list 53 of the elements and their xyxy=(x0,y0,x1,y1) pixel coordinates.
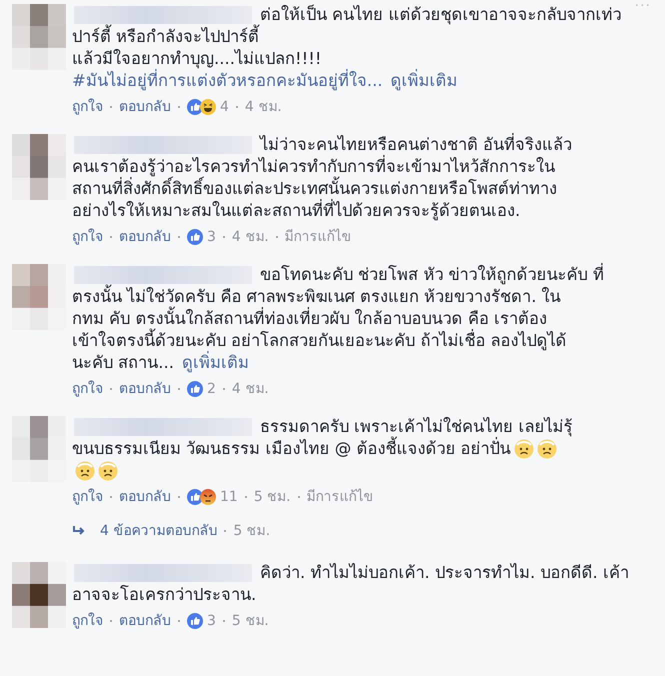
see-more-link[interactable]: ดูเพิ่มเติม xyxy=(182,352,249,374)
reply-link[interactable]: ตอบกลับ xyxy=(119,96,171,118)
comment-text: เข้าใจตรงนี้ด้วยนะคับ อย่าโลกสวยกันเยอะนะคับ ถ้าไม่เชื่อ ลองไปดูได้ xyxy=(72,330,567,352)
like-link[interactable]: ถูกใจ xyxy=(72,610,103,632)
reply-link[interactable]: ตอบกลับ xyxy=(119,610,171,632)
like-reaction-icon xyxy=(187,229,203,245)
comment-text: คนเราต้องรู้ว่าอะไรควรทำไม่ควรทำกับการที่จะเข้ามาไหว้สักการะใน xyxy=(72,156,555,176)
comment-text: นะคับ สถาน... xyxy=(72,352,174,374)
see-more-link[interactable]: ดูเพิ่มเติม xyxy=(390,70,458,92)
like-link[interactable]: ถูกใจ xyxy=(72,226,103,248)
reply-arrow-icon xyxy=(72,525,86,537)
like-link[interactable]: ถูกใจ xyxy=(72,486,103,508)
comment-text: อย่างไรให้เหมาะสมในแต่ละสถานที่ที่ไปด้วยควรจะรู้ด้วยตนเอง. xyxy=(72,200,520,222)
comment-text: ขอโทดนะคับ ช่วยโพส หัว ข่าวให้ถูกด้วยนะคับ ที่ xyxy=(260,264,604,286)
comment-text: ต่อให้เป็น คนไทย แต่ด้วยชุดเขาอาจจะกลับจากเท่ว xyxy=(260,4,622,26)
like-reaction-icon xyxy=(187,613,203,629)
comment-time: 4 ชม. xyxy=(232,380,269,399)
like-reaction-icon xyxy=(187,381,203,397)
hashtag-link[interactable]: #มันไม่อยู่ที่การแต่งตัวหรอกคะมันอยู่ที่ใจ... xyxy=(72,70,383,92)
laughing-face-icon xyxy=(200,99,216,115)
comment-text: แล้วมีใจอยากทำบุญ....ไม่แปลก!!!! xyxy=(72,48,322,69)
edited-label: มีการแก้ไข xyxy=(306,488,374,507)
comment-text: คิดว่า. ทำไมไม่บอกเค้า. ประจารทำไม. บอกดีดี. เค้า xyxy=(260,562,629,584)
comment-time: 5 ชม. xyxy=(232,612,269,631)
frowning-face-icon xyxy=(536,439,557,459)
comment-time: 5 ชม. xyxy=(254,488,291,507)
comment-text: ตรงนั้น ไม่ใช่วัดครับ คือ ศาลพระพิฆเนศ ตรงแยก ห้วยขวางรัชดา. ใน xyxy=(72,286,561,308)
reply-link[interactable]: ตอบกลับ xyxy=(119,378,171,400)
comment-text: ปาร์ตี้ หรือกำลังจะไปปาร์ตี้ xyxy=(72,26,260,48)
comment-text: ธรรมดาครับ เพราะเค้าไม่ใช่คนไทย เลยไม่รุ้ xyxy=(260,416,572,436)
comment-text: อาจจะโอเครกว่าประจาน. xyxy=(72,584,256,606)
comment-time: 4 ชม. xyxy=(232,228,269,247)
replies-time: 5 ชม. xyxy=(233,522,270,541)
reaction-count: 2 xyxy=(207,380,216,399)
reply-link[interactable]: ตอบกลับ xyxy=(119,226,171,248)
frowning-face-icon xyxy=(75,461,95,481)
reaction-count: 11 xyxy=(220,488,238,507)
reply-link[interactable]: ตอบกลับ xyxy=(119,486,171,508)
like-link[interactable]: ถูกใจ xyxy=(72,378,103,400)
comment-text: สถานที่สิ่งศักดิ์สิทธิ์ของแต่ละประเทศนั้นควรแต่งกายหรือโพสต์ท่าทาง xyxy=(72,178,557,200)
frowning-face-icon xyxy=(98,461,118,481)
like-link[interactable]: ถูกใจ xyxy=(72,96,103,118)
comment-time: 4 ชม. xyxy=(244,98,282,117)
reaction-count: 3 xyxy=(207,228,216,247)
edited-label: มีการแก้ไข xyxy=(284,228,352,247)
frowning-face-icon xyxy=(514,439,534,459)
comment-text: ไม่ว่าจะคนไทยหรือคนต่างชาติ อันที่จริงแล้ว xyxy=(260,134,572,155)
replies-link[interactable]: 4 ข้อความตอบกลับ xyxy=(100,520,218,542)
reaction-count: 3 xyxy=(207,612,216,631)
comment-text: กทม คับ ตรงนั้นใกล้สถานที่ท่องเที่ยวผับ ใกล้อาบอบนวด คือ เราต้อง xyxy=(72,308,548,330)
comment-text: ขนบธรรมเนียม วัฒนธรรม เมืองไทย @ ต้องชี้แจงด้วย อย่าปั่น xyxy=(72,438,511,460)
reaction-count: 4 xyxy=(220,98,229,117)
angry-face-icon xyxy=(200,489,216,505)
